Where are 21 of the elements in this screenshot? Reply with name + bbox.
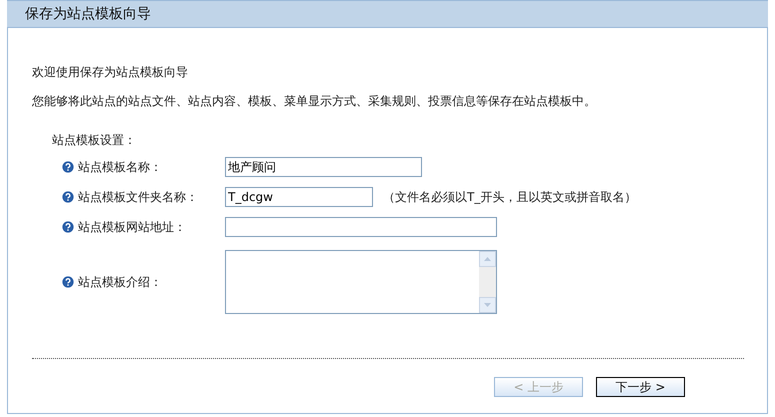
input-field[interactable]: 地产顾问 [225, 157, 422, 177]
field-label: 站点模板网站地址： [78, 218, 186, 236]
text-area[interactable] [225, 250, 497, 314]
help-icon[interactable] [62, 221, 74, 233]
up-arrow-icon [484, 257, 491, 261]
field-label: 站点模板介绍： [78, 274, 162, 290]
help-icon[interactable] [62, 276, 74, 288]
field-label: 站点模板名称： [78, 158, 162, 176]
help-icon[interactable] [62, 191, 74, 203]
wizard-button[interactable]: 下一步 > [596, 377, 685, 397]
input-field[interactable]: T_dcgw [225, 187, 373, 207]
section-label: 站点模板设置： [52, 132, 137, 148]
field-label: 站点模板文件夹名称： [78, 188, 198, 206]
help-icon[interactable] [62, 161, 74, 173]
down-arrow-icon [484, 303, 491, 307]
hint-text: （文件名必须以T_开头，且以英文或拼音取名） [383, 188, 636, 206]
description-text: 您能够将此站点的站点文件、站点内容、模板、菜单显示方式、采集规则、投票信息等保存在站点模板中。 [32, 93, 597, 109]
welcome-text: 欢迎使用保存为站点模板向导 [32, 64, 189, 80]
window-title: 保存为站点模板向导 [25, 5, 151, 23]
input-field[interactable] [225, 217, 497, 237]
scrollbar[interactable] [479, 251, 496, 313]
